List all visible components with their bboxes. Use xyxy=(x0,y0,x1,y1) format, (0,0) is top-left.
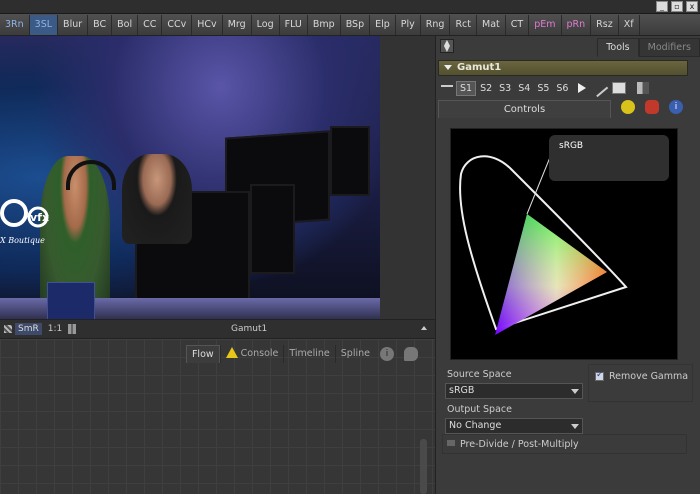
output-space-value: No Change xyxy=(449,420,502,431)
toolbar-button-flu[interactable]: FLU xyxy=(280,14,308,35)
chevron-down-icon xyxy=(571,389,579,394)
pre-divide-label: Pre-Divide / Post-Multiply xyxy=(460,439,579,450)
toolbar-button-ply[interactable]: Ply xyxy=(396,14,421,35)
chevron-down-icon xyxy=(571,424,579,429)
output-space-label: Output Space xyxy=(447,404,512,415)
collapse-arrows-icon[interactable]: ▲ ▼ xyxy=(440,39,454,53)
toolbar-button-elp[interactable]: Elp xyxy=(370,14,396,35)
toolbar-button-bc[interactable]: BC xyxy=(88,14,113,35)
toolbar-button-xf[interactable]: Xf xyxy=(619,14,640,35)
toolbar-button-log[interactable]: Log xyxy=(252,14,280,35)
toolbar-button-mrg[interactable]: Mrg xyxy=(223,14,252,35)
warning-icon xyxy=(225,347,238,358)
ratio-button[interactable]: 1:1 xyxy=(48,324,62,334)
tab-controls[interactable]: Controls xyxy=(438,100,611,118)
restore-button[interactable]: ▫ xyxy=(671,1,683,12)
tools-panel: ▲ ▼ Tools Modifiers Gamut1 S1 S2 S3 S4 S5… xyxy=(435,36,700,494)
state-s1[interactable]: S1 xyxy=(456,80,477,96)
pre-divide-checkbox[interactable] xyxy=(447,440,455,446)
toolbar-button-mat[interactable]: Mat xyxy=(477,14,506,35)
toolbar-button-pem[interactable]: pEm xyxy=(529,14,562,35)
remove-gamma-checkbox[interactable] xyxy=(595,370,604,381)
gamut-graph: sRGB xyxy=(450,128,678,360)
tools-toolbar: 3Rn 3SL Blur BC Bol CC CCv HCv Mrg Log FLU Bmp BSp El… xyxy=(0,14,700,36)
toolbar-button-rng[interactable]: Rng xyxy=(421,14,451,35)
graph-label-box: sRGB xyxy=(549,135,669,181)
levels-icon[interactable] xyxy=(68,324,79,334)
pick-icon[interactable] xyxy=(590,78,609,98)
toolbar-button-bmp[interactable]: Bmp xyxy=(308,14,341,35)
tab-timeline[interactable]: Timeline xyxy=(283,345,334,363)
output-space-select[interactable]: No Change xyxy=(445,418,583,434)
tab-tools[interactable]: Tools xyxy=(597,38,639,57)
tool-header[interactable]: Gamut1 xyxy=(438,60,688,76)
tool-state-row: S1 S2 S3 S4 S5 S6 xyxy=(438,78,652,98)
toolbar-button-ccv[interactable]: CCv xyxy=(162,14,193,35)
checker-icon[interactable] xyxy=(4,325,12,333)
toolbar-button-blur[interactable]: Blur xyxy=(58,14,89,35)
svg-text:X Boutique: X Boutique xyxy=(0,236,45,245)
window-titlebar: _ ▫ x xyxy=(0,0,700,14)
tab-console[interactable]: Console xyxy=(219,345,284,363)
state-s5[interactable]: S5 xyxy=(534,82,552,95)
expand-up-icon[interactable] xyxy=(421,326,427,330)
state-s2[interactable]: S2 xyxy=(477,82,495,95)
flow-tab-bar: Flow Console Timeline Spline i xyxy=(185,345,423,363)
state-s6[interactable]: S6 xyxy=(553,82,571,95)
viewer-title: Gamut1 xyxy=(231,324,268,334)
toolbar-button-bsp[interactable]: BSp xyxy=(341,14,371,35)
toolbar-button-rct[interactable]: Rct xyxy=(450,14,478,35)
version-icon[interactable] xyxy=(637,82,650,94)
svg-text:vfx: vfx xyxy=(30,211,49,224)
cvfx-logo: vfx X Boutique xyxy=(0,199,90,250)
cvfx-logo-icon: vfx X Boutique xyxy=(0,199,49,245)
radiation-icon[interactable] xyxy=(621,100,635,114)
person-right xyxy=(122,154,192,244)
arrow-right-icon[interactable] xyxy=(578,83,587,93)
save-icon[interactable] xyxy=(612,82,627,94)
state-s3[interactable]: S3 xyxy=(496,82,514,95)
tab-modifiers[interactable]: Modifiers xyxy=(638,38,700,57)
tab-console-label: Console xyxy=(240,348,279,359)
panel-icon-row: i xyxy=(616,100,688,114)
tardis-box xyxy=(47,282,95,319)
toolbar-button-rsz[interactable]: Rsz xyxy=(591,14,619,35)
remove-gamma-label: Remove Gamma xyxy=(609,371,689,382)
viewer-empty-area xyxy=(380,36,435,319)
tab-flow[interactable]: Flow xyxy=(185,345,220,363)
gear-icon[interactable] xyxy=(645,100,659,114)
info-icon[interactable]: i xyxy=(380,347,394,361)
close-button[interactable]: x xyxy=(686,1,698,12)
flow-editor[interactable]: Flow Console Timeline Spline i xyxy=(0,339,435,494)
source-space-label: Source Space xyxy=(447,369,512,380)
source-space-select[interactable]: sRGB xyxy=(445,383,583,399)
toolbar-button-prn[interactable]: pRn xyxy=(562,14,592,35)
viewer-image[interactable]: vfx X Boutique xyxy=(0,36,380,319)
flow-scrollbar[interactable] xyxy=(420,439,427,494)
toolbar-button-hcv[interactable]: HCv xyxy=(192,14,223,35)
source-space-value: sRGB xyxy=(449,385,475,396)
state-s4[interactable]: S4 xyxy=(515,82,533,95)
pin-icon[interactable] xyxy=(441,85,453,97)
monitor-shape xyxy=(250,184,295,274)
info-icon[interactable]: i xyxy=(669,100,683,114)
gamma-group xyxy=(588,364,693,402)
monitor-shape xyxy=(330,126,370,196)
smr-button[interactable]: SmR xyxy=(15,323,42,335)
toolbar-button-ct[interactable]: CT xyxy=(506,14,530,35)
panel-tabs: Tools Modifiers xyxy=(597,38,700,57)
viewer-footer: SmR 1:1 Gamut1 xyxy=(0,319,435,339)
collapse-triangle-icon[interactable] xyxy=(444,65,452,70)
toolbar-button-cc[interactable]: CC xyxy=(138,14,163,35)
graph-label: sRGB xyxy=(559,141,584,151)
toolbar-button-3sl[interactable]: 3SL xyxy=(29,14,59,35)
minimize-button[interactable]: _ xyxy=(656,1,668,12)
tab-spline[interactable]: Spline xyxy=(334,345,375,363)
toolbar-button-bol[interactable]: Bol xyxy=(112,14,139,35)
toolbar-button-3rn[interactable]: 3Rn xyxy=(0,14,30,35)
comment-icon[interactable] xyxy=(404,347,418,361)
tool-name: Gamut1 xyxy=(457,62,502,73)
